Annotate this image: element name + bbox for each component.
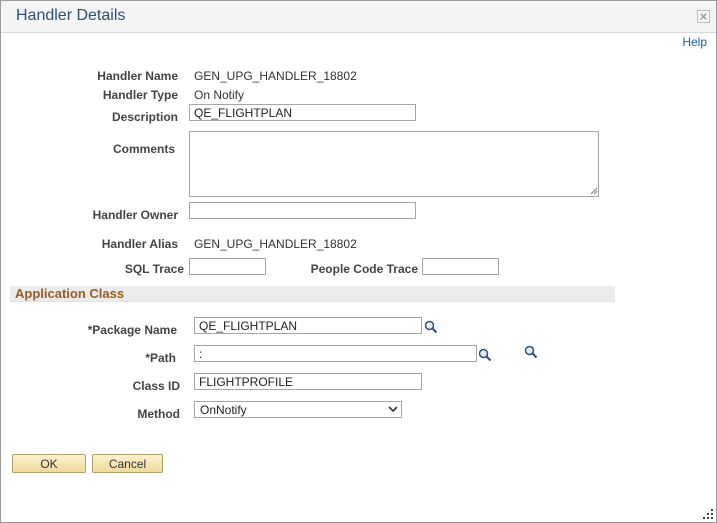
handler-alias-label: Handler Alias (101, 237, 178, 251)
handler-type-value: On Notify (194, 88, 245, 102)
sql-trace-label: SQL Trace (124, 262, 184, 276)
class-id-label: Class ID (132, 379, 180, 393)
description-input[interactable] (189, 104, 416, 121)
dialog-titlebar[interactable]: Handler Details (1, 1, 716, 33)
peoplecode-trace-input[interactable] (422, 258, 499, 275)
close-icon (700, 13, 707, 20)
path-label: *Path (145, 351, 176, 365)
handler-name-value: GEN_UPG_HANDLER_18802 (194, 69, 357, 83)
method-selected-value: OnNotify (200, 403, 247, 417)
handler-name-label: Handler Name (97, 69, 178, 83)
path-input[interactable] (194, 345, 477, 362)
sql-trace-input[interactable] (189, 258, 266, 275)
path-lookup-icon[interactable] (478, 348, 492, 362)
class-id-input[interactable] (194, 373, 422, 390)
package-name-input[interactable] (194, 317, 422, 334)
close-button[interactable] (697, 10, 710, 23)
dialog-title: Handler Details (16, 7, 126, 24)
chevron-down-icon (388, 406, 398, 413)
handler-type-label: Handler Type (102, 88, 178, 102)
method-label: Method (137, 407, 180, 421)
handler-owner-input[interactable] (189, 202, 416, 219)
textarea-resize-icon[interactable] (590, 187, 598, 195)
comments-textarea[interactable] (189, 131, 599, 197)
handler-owner-label: Handler Owner (92, 208, 178, 222)
handler-alias-value: GEN_UPG_HANDLER_18802 (194, 237, 357, 251)
ok-button[interactable]: OK (12, 454, 86, 473)
cancel-button[interactable]: Cancel (92, 454, 163, 473)
package-lookup-icon[interactable] (424, 320, 438, 334)
section-title: Application Class (15, 286, 125, 301)
path-browse-icon[interactable] (524, 345, 538, 359)
resize-grip-icon[interactable] (702, 508, 714, 520)
peoplecode-trace-label: People Code Trace (310, 262, 418, 276)
comments-label: Comments (112, 142, 175, 156)
application-class-section: Application Class (10, 286, 615, 302)
method-select[interactable]: OnNotify (194, 401, 402, 418)
help-link[interactable]: Help (682, 35, 707, 49)
description-label: Description (111, 110, 178, 124)
handler-details-dialog: Handler Details Help Handler Name GEN_UP… (0, 0, 717, 523)
package-name-label: *Package Name (87, 323, 177, 337)
